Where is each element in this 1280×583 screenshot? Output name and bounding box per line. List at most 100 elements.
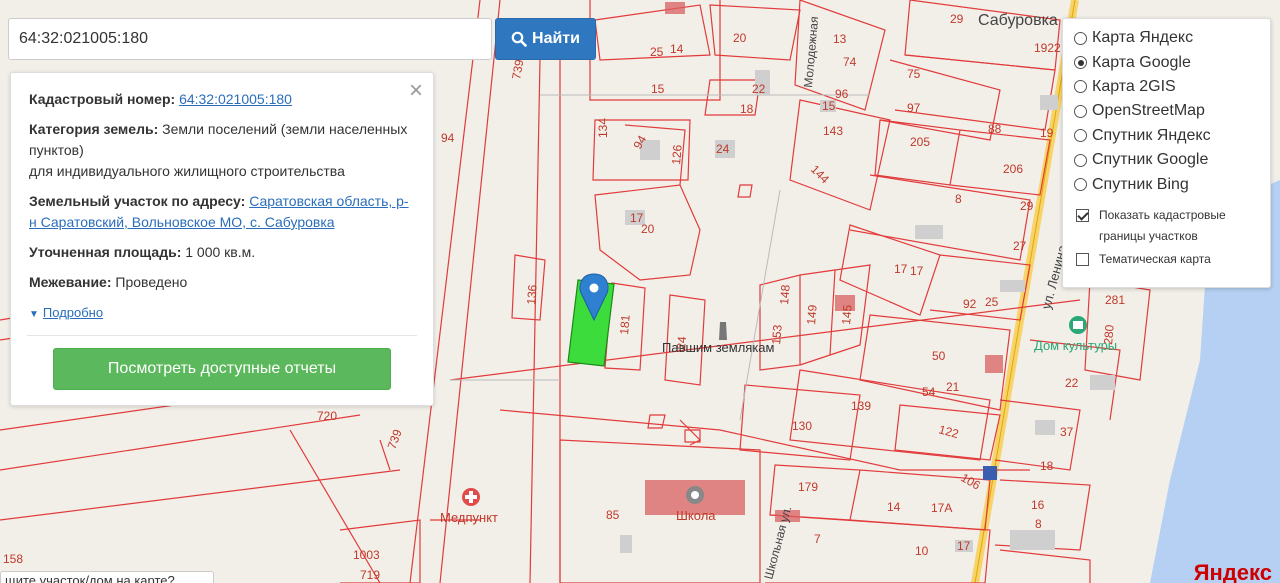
area-row: Уточненная площадь: 1 000 кв.м. [29,242,415,263]
radio-button[interactable] [1074,178,1087,192]
parcel-label: 1003 [353,548,380,562]
parcel-label: 50 [932,349,946,363]
parcel-label: 158 [3,552,23,566]
parcel-label: 15 [822,99,836,113]
radio-button-selected[interactable] [1074,56,1087,70]
bus-stop-icon [983,466,997,480]
parcel-label: 1922 [1034,41,1061,55]
layer-option-label: Карта 2GIS [1092,77,1176,95]
parcel-label: 17 [910,264,924,278]
cadastral-number-row: Кадастровый номер: 64:32:021005:180 [29,89,415,110]
parcel-label: 96 [835,87,849,101]
layer-option-2gis-map[interactable]: Карта 2GIS [1074,75,1270,99]
parcel-label: 17 [894,262,908,276]
parcel-label: 21 [946,380,960,394]
street-label: Сабуровка [978,12,1058,29]
radio-button[interactable] [1074,31,1087,45]
map-layers-panel: Карта Яндекс Карта Google Карта 2GIS Ope… [1062,18,1271,288]
parcel-label: 19 [1040,126,1054,140]
parcel-label: 739 [509,58,526,80]
search-button[interactable]: Найти [495,18,596,60]
parcel-label: 16 [1031,498,1045,512]
parcel-label: 122 [937,422,960,441]
parcel-label: 8 [955,192,962,206]
parcel-label: 143 [823,124,843,138]
parcel-label: 20 [641,222,655,236]
parcel-label: 27 [1013,239,1027,253]
parcel-label: 29 [950,12,964,26]
panel-divider [27,335,417,336]
thematic-map-checkbox[interactable] [1076,252,1089,266]
thematic-map-label: Тематическая карта [1099,251,1211,266]
parcel-label: 94 [441,131,455,145]
area-value: 1 000 кв.м. [185,244,256,260]
map-hint-tooltip: щите участок/дом на карте? [0,571,214,583]
parcel-label: 134 [596,118,610,138]
parcel-label: 22 [1065,376,1079,390]
parcel-label: 14 [670,42,684,56]
parcel-label: 25 [985,295,999,309]
thematic-map-toggle[interactable]: Тематическая карта [1074,249,1270,270]
search-icon [511,31,527,47]
cadastral-search-input[interactable] [8,18,492,60]
layer-option-yandex-satellite[interactable]: Спутник Яндекс [1074,124,1270,148]
survey-label: Межевание: [29,274,112,290]
parcel-label: 136 [524,284,540,305]
layer-option-bing-satellite[interactable]: Спутник Bing [1074,172,1270,196]
layer-option-google-map[interactable]: Карта Google [1074,50,1270,74]
cadastral-number-link[interactable]: 64:32:021005:180 [179,91,292,107]
survey-row: Межевание: Проведено [29,272,415,293]
show-borders-toggle[interactable]: Показать кадастровые границы участков [1074,205,1270,247]
parcel-label: 14 [887,500,901,514]
parcel-label: 148 [777,284,793,305]
street-label: Школьная ул. [761,504,794,580]
address-row: Земельный участок по адресу: Саратовская… [29,191,415,233]
parcel-label: 24 [716,142,730,156]
radio-button[interactable] [1074,129,1087,143]
cadastral-number-label: Кадастровый номер: [29,91,176,107]
parcel-label: 130 [792,419,812,433]
layer-option-google-satellite[interactable]: Спутник Google [1074,148,1270,172]
layer-option-openstreetmap[interactable]: OpenStreetMap [1074,99,1270,123]
yandex-logo: Яндекс [1193,560,1272,583]
parcel-label: 85 [606,508,620,522]
school-icon [686,486,704,504]
parcel-label: 10 [915,544,929,558]
radio-button[interactable] [1074,80,1087,94]
layer-option-label: Спутник Яндекс [1092,126,1211,144]
parcel-label: 139 [851,399,871,413]
poi-label-medical: Медпункт [440,510,498,525]
land-use-value: для индивидуального жилищного строительс… [29,163,345,179]
more-details-toggle[interactable]: ▼ Подробно [29,302,415,325]
view-reports-button[interactable]: Посмотреть доступные отчеты [53,348,391,390]
parcel-label: 739 [385,427,405,451]
medical-point-icon [462,488,480,506]
parcel-label: 15 [651,82,665,96]
radio-button[interactable] [1074,153,1087,167]
parcel-label: 18 [740,102,754,116]
land-category-row: Категория земель: Земли поселений (земли… [29,119,415,182]
layer-option-yandex-map[interactable]: Карта Яндекс [1074,26,1270,50]
parcel-label: 719 [360,568,380,582]
parcel-label: 145 [839,304,855,325]
show-borders-checkbox[interactable] [1076,208,1089,222]
parcel-label: 149 [804,304,820,325]
radio-button[interactable] [1074,104,1087,118]
area-label: Уточненная площадь: [29,244,182,260]
parcel-label: 720 [317,409,337,423]
parcel-label: 20 [733,31,747,45]
layer-option-label: Спутник Google [1092,151,1209,169]
address-label: Земельный участок по адресу: [29,193,246,209]
poi-label-monument: Павшим землякам [662,340,775,355]
layer-option-label: OpenStreetMap [1092,102,1205,120]
parcel-label: 75 [907,67,921,81]
parcel-label: 7 [814,532,821,546]
more-details-link[interactable]: Подробно [43,305,103,320]
parcel-label: 144 [808,162,832,186]
parcel-label: 54 [922,385,936,399]
parcel-label: 13 [833,32,847,46]
street-label: Молодежная [801,16,821,88]
parcel-label: 106 [959,470,984,492]
parcel-label: 126 [669,144,685,165]
close-icon[interactable]: × [409,79,423,103]
